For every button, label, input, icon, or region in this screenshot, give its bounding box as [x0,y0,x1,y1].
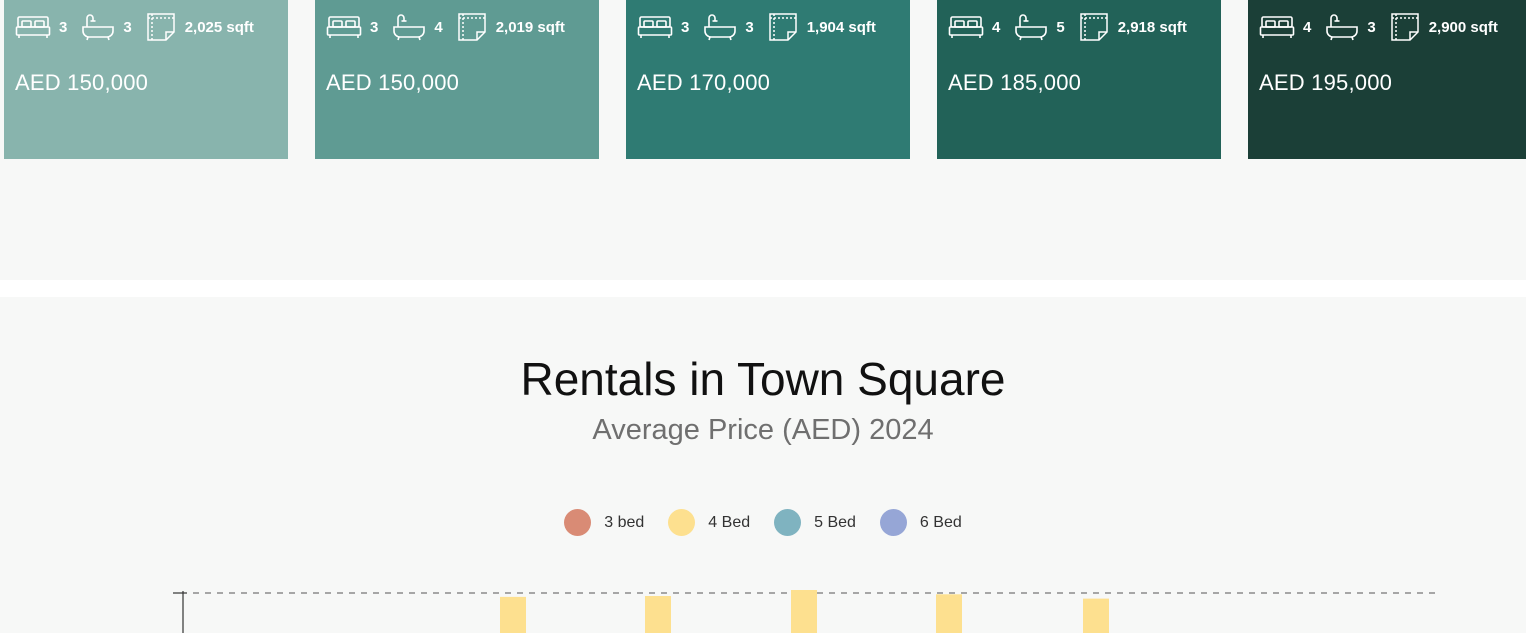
bathtub-icon [81,13,123,41]
bar-4-bed [936,594,962,633]
listing-card[interactable]: 4 5 2,918 sqft AED 185,000 [937,0,1221,159]
area-value: 2,019 sqft [495,18,565,36]
chart-plot [173,590,1440,633]
area-value: 2,918 sqft [1117,18,1187,36]
baths-count: 5 [1056,18,1065,36]
beds-spec: 4 [948,14,1000,40]
baths-spec: 5 [1014,13,1065,41]
area-value: 2,900 sqft [1428,18,1498,36]
listing-price: AED 170,000 [637,70,771,95]
listing-specs: 3 3 1,904 sqft [637,12,876,42]
listing-card[interactable]: 3 3 1,904 sqft AED 170,000 [626,0,910,159]
listing-specs: 3 4 2,019 sqft [326,12,565,42]
baths-count: 3 [745,18,754,36]
baths-spec: 4 [392,13,443,41]
listing-card[interactable]: 3 3 2,025 sqft AED 150,000 [4,0,288,159]
listing-specs: 4 3 2,900 sqft [1259,12,1498,42]
beds-count: 3 [59,18,68,36]
bar-4-bed [645,596,671,633]
area-spec: 2,900 sqft [1390,12,1498,42]
bar-4-bed [1083,598,1109,633]
listing-card[interactable]: 4 3 2,900 sqft AED 195,000 [1248,0,1526,159]
listing-card[interactable]: 3 4 2,019 sqft AED 150,000 [315,0,599,159]
beds-spec: 3 [326,14,378,40]
beds-count: 4 [992,18,1001,36]
area-value: 1,904 sqft [806,18,876,36]
listing-specs: 3 3 2,025 sqft [15,12,254,42]
baths-spec: 3 [703,13,754,41]
baths-count: 4 [434,18,443,36]
baths-spec: 3 [81,13,132,41]
area-spec: 2,025 sqft [146,12,254,42]
bar-4-bed [500,596,526,633]
bed-icon [637,14,681,40]
bar-4-bed [791,590,817,633]
beds-spec: 3 [637,14,689,40]
baths-count: 3 [123,18,132,36]
floor-plan-icon [457,12,496,42]
bed-icon [948,14,992,40]
area-spec: 2,918 sqft [1079,12,1187,42]
area-spec: 2,019 sqft [457,12,565,42]
floor-plan-icon [146,12,185,42]
bathtub-icon [1014,13,1056,41]
area-value: 2,025 sqft [184,18,254,36]
listing-price: AED 195,000 [1259,70,1393,95]
listing-price: AED 185,000 [948,70,1082,95]
baths-spec: 3 [1325,13,1376,41]
bathtub-icon [392,13,434,41]
bed-icon [326,14,370,40]
floor-plan-icon [768,12,807,42]
listing-price: AED 150,000 [15,70,149,95]
listing-price: AED 150,000 [326,70,460,95]
bathtub-icon [703,13,745,41]
bed-icon [1259,14,1303,40]
beds-count: 3 [681,18,690,36]
floor-plan-icon [1079,12,1118,42]
beds-spec: 4 [1259,14,1311,40]
listing-specs: 4 5 2,918 sqft [948,12,1187,42]
beds-count: 4 [1303,18,1312,36]
beds-spec: 3 [15,14,67,40]
area-spec: 1,904 sqft [768,12,876,42]
baths-count: 3 [1367,18,1376,36]
floor-plan-icon [1390,12,1429,42]
beds-count: 3 [370,18,379,36]
bathtub-icon [1325,13,1367,41]
bed-icon [15,14,59,40]
